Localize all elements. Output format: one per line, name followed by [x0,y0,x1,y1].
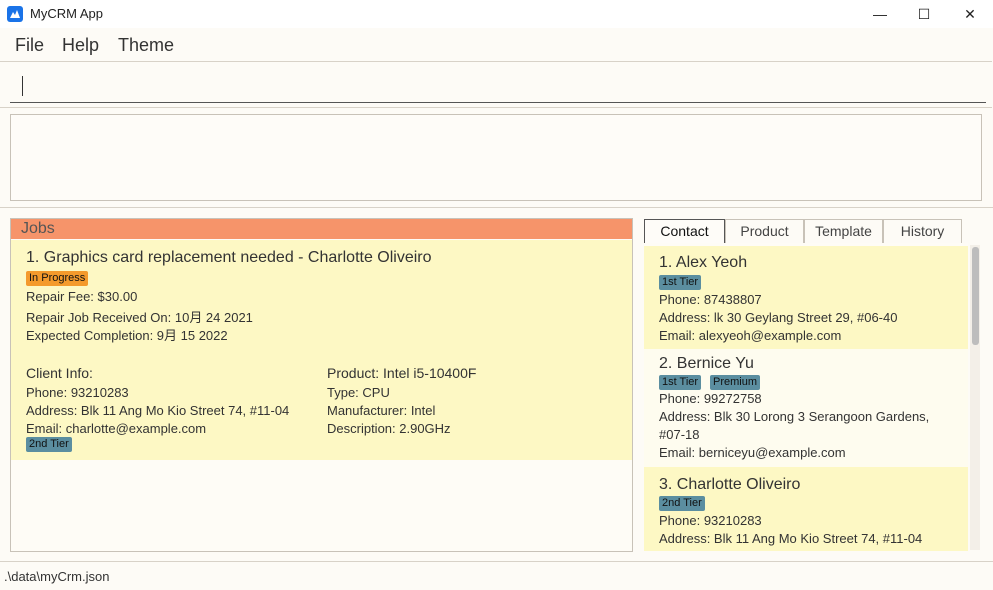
contact-tag: 1st Tier [659,275,702,290]
contact-card[interactable]: 2. Bernice Yu 1st Tier Premium Phone: 99… [644,349,968,467]
menu-help[interactable]: Help [62,35,99,56]
job-received: Repair Job Received On: 10月 24 2021 [26,310,253,325]
job-status-badge: In Progress [26,271,89,286]
client-phone: Phone: 93210283 [26,385,129,400]
contact-name: 2. Bernice Yu [659,355,754,372]
contact-name: 1. Alex Yeoh [659,254,748,271]
job-title: 1. Graphics card replacement needed - Ch… [26,249,432,266]
contact-name: 3. Charlotte Oliveiro [659,476,801,493]
contact-email: Email: berniceyu@example.com [659,445,846,460]
contact-tag: Premium [710,375,761,390]
contact-card[interactable]: 3. Charlotte Oliveiro 2nd Tier Phone: 93… [644,467,968,551]
window-title: MyCRM App [30,6,103,21]
result-display [10,114,982,201]
command-box [0,61,992,108]
contact-address: Address: Blk 11 Ang Mo Kio Street 74, #1… [659,531,923,546]
job-card[interactable]: 1. Graphics card replacement needed - Ch… [11,240,632,460]
menu-bar: File Help Theme [0,30,993,60]
contact-phone: Phone: 93210283 [659,513,762,528]
product-type: Type: CPU [327,385,390,400]
command-input[interactable] [10,70,986,103]
client-address: Address: Blk 11 Ang Mo Kio Street 74, #1… [26,403,290,418]
contact-tag: 1st Tier [659,375,702,390]
tab-template[interactable]: Template [804,219,883,244]
scrollbar-thumb[interactable] [972,247,979,345]
client-info-header: Client Info: [26,365,93,381]
product-description: Description: 2.90GHz [327,421,451,436]
tab-contact[interactable]: Contact [644,219,725,243]
app-logo-icon [7,6,23,22]
contact-scrollbar[interactable] [970,245,980,550]
contact-phone: Phone: 87438807 [659,292,762,307]
job-fee: Repair Fee: $30.00 [26,289,138,304]
divider [0,207,993,208]
divider [0,561,993,562]
minimize-button[interactable]: — [857,0,903,28]
product-header: Product: Intel i5-10400F [327,365,477,381]
contact-address-cont: #07-18 [659,427,700,442]
tab-history[interactable]: History [883,219,962,244]
tab-product[interactable]: Product [725,219,804,244]
jobs-panel: Jobs 1. Graphics card replacement needed… [10,218,633,552]
menu-file[interactable]: File [15,35,44,56]
contact-card[interactable]: 1. Alex Yeoh 1st Tier Phone: 87438807 Ad… [644,246,968,349]
contact-email: Email: alexyeoh@example.com [659,328,842,343]
client-tier-badge: 2nd Tier [26,437,72,452]
job-expected: Expected Completion: 9月 15 2022 [26,328,228,343]
jobs-header: Jobs [11,219,632,239]
close-icon: ✕ [964,5,976,22]
contact-phone: Phone: 99272758 [659,391,762,406]
maximize-button[interactable]: ☐ [901,0,947,28]
title-bar: MyCRM App — ☐ ✕ [0,0,993,28]
contact-address: Address: lk 30 Geylang Street 29, #06-40 [659,310,898,325]
status-bar-path: .\data\myCrm.json [4,569,110,584]
menu-theme[interactable]: Theme [118,35,174,56]
product-manufacturer: Manufacturer: Intel [327,403,436,418]
contact-tag: 2nd Tier [659,496,705,511]
text-cursor [22,76,23,96]
contact-list[interactable]: 1. Alex Yeoh 1st Tier Phone: 87438807 Ad… [644,243,968,551]
contact-address: Address: Blk 30 Lorong 3 Serangoon Garde… [659,409,930,424]
minimize-icon: — [873,6,887,22]
client-email: Email: charlotte@example.com [26,421,207,436]
maximize-icon: ☐ [917,5,931,22]
close-button[interactable]: ✕ [947,0,993,28]
